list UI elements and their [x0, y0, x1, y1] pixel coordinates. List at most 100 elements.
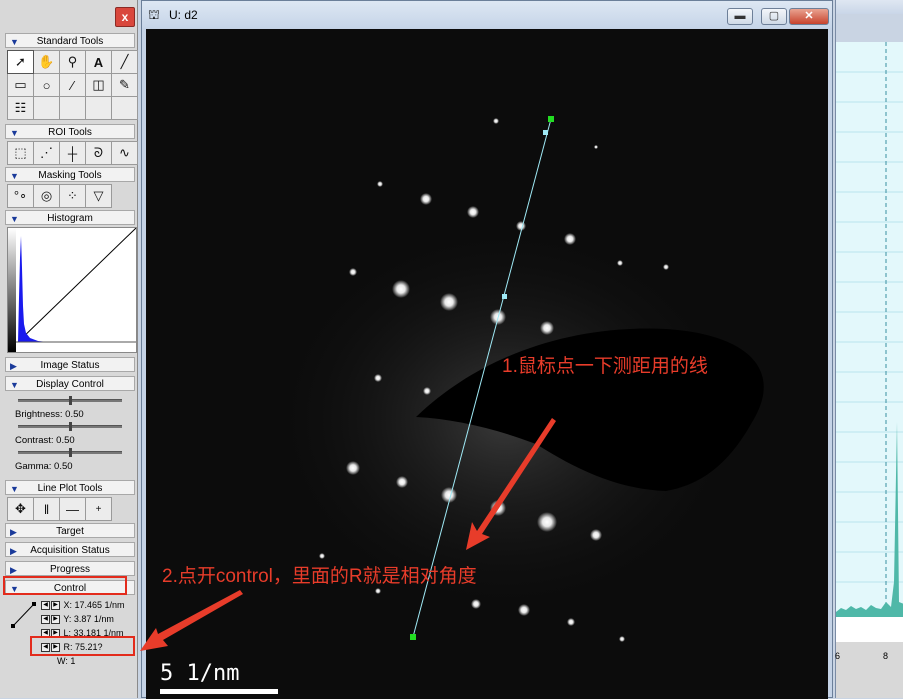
annotation-step-1: 1.鼠标点一下测距用的线 [502, 356, 708, 377]
hand-icon[interactable]: ✋ [34, 51, 59, 73]
text-tool-icon[interactable]: A [86, 51, 111, 73]
section-acquisition-status[interactable]: ▶ Acquisition Status [5, 542, 135, 557]
scale-bar-label: 5 1/nm [160, 661, 240, 686]
expand-triangle-icon: ▶ [10, 527, 17, 537]
pencil-tool-icon[interactable]: ✎ [112, 74, 137, 96]
masking-tools-grid: °∘ ◎ ⁘ ▽ [7, 184, 112, 208]
section-label: Acquisition Status [30, 545, 110, 556]
diffraction-pattern [266, 116, 764, 642]
roi-line-icon[interactable]: ⋰ [34, 142, 59, 164]
contrast-knob[interactable] [68, 422, 72, 431]
background-plot-window[interactable]: 6 8 [835, 0, 903, 698]
line-handle-top[interactable] [543, 130, 548, 135]
mask-spot-icon[interactable]: °∘ [8, 185, 33, 207]
highlight-r-box [30, 636, 135, 656]
profile-tool-icon[interactable]: ◫ [86, 74, 111, 96]
collapse-triangle-icon: ▼ [10, 380, 19, 390]
roi-point-icon[interactable]: ┼ [60, 142, 85, 164]
section-display-control[interactable]: ▼ Display Control [5, 376, 135, 391]
section-progress[interactable]: ▶ Progress [5, 561, 135, 576]
empty-tool-slot [86, 97, 111, 119]
section-histogram[interactable]: ▼ Histogram [5, 210, 135, 225]
axis-tick-6: 6 [835, 651, 841, 661]
control-w-row: W: 1 [57, 656, 75, 666]
axis-tick-8: 8 [883, 651, 889, 661]
section-label: ROI Tools [48, 127, 92, 138]
roi-freehand-icon[interactable]: ∿ [112, 142, 137, 164]
mask-array-icon[interactable]: ⁘ [60, 185, 85, 207]
line-handle-middle[interactable] [502, 294, 507, 299]
line-tool-icon[interactable]: ╱ [112, 51, 137, 73]
collapse-triangle-icon: ▼ [10, 128, 19, 138]
control-w-value: W: 1 [57, 656, 76, 666]
histogram-plot[interactable] [7, 227, 137, 353]
section-label: Display Control [36, 379, 104, 390]
window-close-button[interactable]: ✕ [789, 8, 829, 25]
increment-icon[interactable]: ▶ [51, 615, 60, 625]
decrement-icon[interactable]: ◀ [41, 615, 50, 625]
control-y-row: ◀ ▶ Y: 3.87 1/nm [41, 614, 114, 625]
empty-tool-slot [112, 97, 137, 119]
gamma-knob[interactable] [68, 448, 72, 457]
gamma-label: Gamma: 0.50 [15, 461, 73, 472]
vertical-bars-icon[interactable]: ‖ [34, 498, 59, 520]
bg-toolbar [836, 14, 903, 42]
contrast-label: Contrast: 0.50 [15, 435, 75, 446]
palette-close-button[interactable]: x [115, 7, 135, 27]
contrast-slider[interactable] [18, 422, 122, 431]
plus-icon[interactable]: + [86, 498, 111, 520]
stack-tool-icon[interactable]: ☷ [8, 97, 33, 119]
decrement-icon[interactable]: ◀ [41, 601, 50, 611]
collapse-triangle-icon: ▼ [10, 37, 19, 47]
section-label: Standard Tools [36, 36, 104, 47]
line-endpoint-start[interactable] [410, 634, 416, 640]
annotation-step-2: 2.点开control，里面的R就是相对角度 [162, 566, 477, 587]
move-cross-icon[interactable]: ✥ [8, 498, 33, 520]
rectangle-tool-icon[interactable]: ▭ [8, 74, 33, 96]
section-label: Line Plot Tools [37, 483, 103, 494]
arrow-pointer-icon[interactable]: ➚ [7, 50, 34, 74]
horizontal-bar-icon[interactable]: — [60, 498, 85, 520]
image-window: ⛫ U: d2 ▬ ▢ ✕ 5 1/nm [141, 0, 833, 699]
section-label: Target [56, 526, 84, 537]
diffraction-image[interactable]: 5 1/nm [146, 29, 828, 699]
expand-triangle-icon: ▶ [10, 361, 17, 371]
brightness-slider[interactable] [18, 396, 122, 405]
increment-icon[interactable]: ▶ [51, 601, 60, 611]
section-target[interactable]: ▶ Target [5, 523, 135, 538]
section-masking-tools[interactable]: ▼ Masking Tools [5, 167, 135, 182]
section-image-status[interactable]: ▶ Image Status [5, 357, 135, 372]
mask-ring-icon[interactable]: ◎ [34, 185, 59, 207]
section-label: Image Status [40, 360, 100, 371]
section-roi-tools[interactable]: ▼ ROI Tools [5, 124, 135, 139]
section-label: Progress [49, 564, 90, 575]
maximize-button[interactable]: ▢ [761, 8, 787, 25]
highlight-control-box [3, 576, 127, 595]
magic-wand-icon[interactable]: ⁄ [60, 74, 85, 96]
histogram-graph [8, 228, 136, 352]
roi-rectangle-icon[interactable]: ⬚ [8, 142, 33, 164]
minimize-button[interactable]: ▬ [727, 8, 753, 25]
section-standard-tools[interactable]: ▼ Standard Tools [5, 33, 135, 48]
gamma-slider[interactable] [18, 448, 122, 457]
brightness-knob[interactable] [68, 396, 72, 405]
window-title: U: d2 [169, 8, 198, 22]
roi-lasso-icon[interactable]: ᘐ [86, 142, 111, 164]
collapse-triangle-icon: ▼ [10, 171, 19, 181]
oval-tool-icon[interactable]: ○ [34, 74, 59, 96]
collapse-triangle-icon: ▼ [10, 484, 19, 494]
section-label: Masking Tools [38, 170, 102, 181]
control-x-value: X: 17.465 1/nm [63, 600, 125, 610]
line-endpoint-end[interactable] [548, 116, 554, 122]
control-x-row: ◀ ▶ X: 17.465 1/nm [41, 600, 125, 611]
empty-tool-slot [60, 97, 85, 119]
section-label: Histogram [47, 213, 93, 224]
mask-wedge-icon[interactable]: ▽ [86, 185, 111, 207]
section-line-plot-tools[interactable]: ▼ Line Plot Tools [5, 480, 135, 495]
bg-titlebar [836, 0, 903, 14]
magnifier-icon[interactable]: ⚲ [60, 51, 85, 73]
line-profile-plot [836, 42, 903, 698]
expand-triangle-icon: ▶ [10, 546, 17, 556]
window-titlebar[interactable]: ⛫ U: d2 ▬ ▢ ✕ [142, 1, 832, 28]
window-app-icon: ⛫ [148, 7, 160, 22]
